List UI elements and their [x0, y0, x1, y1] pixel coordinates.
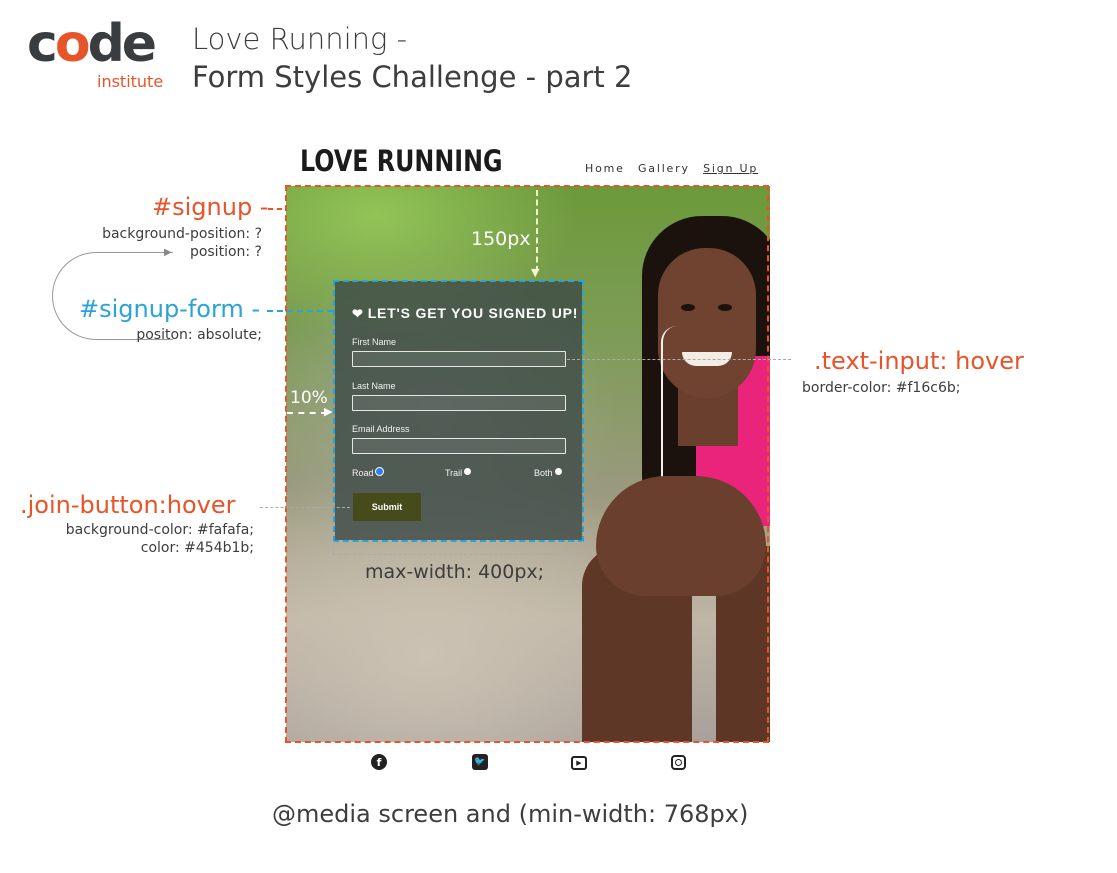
join-button-bg-note: background-color: #fafafa;: [65, 522, 254, 538]
page-title-line2: Form Styles Challenge - part 2: [192, 60, 633, 94]
signup-form-position-note: positon: absolute;: [136, 327, 262, 343]
arrow-down-icon: ▼: [531, 266, 540, 279]
top-offset-line: [536, 190, 538, 272]
left-offset-label: 10%: [290, 388, 328, 408]
left-offset-line: [287, 412, 327, 414]
instagram-icon[interactable]: [671, 755, 686, 770]
arrow-right-icon: ▶: [164, 247, 172, 258]
arrow-right-icon: ▶: [324, 405, 333, 418]
twitter-icon[interactable]: 🐦: [472, 754, 488, 770]
top-offset-label: 150px: [471, 228, 531, 250]
join-button-annotation-connector: [260, 507, 350, 508]
join-button-color-note: color: #454b1b;: [140, 540, 254, 556]
signup-form-outline: [333, 280, 584, 542]
signup-form-annotation-connector: [267, 310, 333, 312]
signup-form-annotation: #signup-form -: [79, 295, 261, 323]
youtube-icon[interactable]: ▶: [571, 756, 587, 770]
nav-item-sign-up[interactable]: Sign Up: [703, 162, 758, 175]
facebook-icon[interactable]: f: [371, 754, 387, 770]
nav-item-home[interactable]: Home: [585, 162, 625, 175]
institute-logo-text: institute: [97, 72, 164, 91]
signup-annotation: #signup -: [152, 193, 269, 221]
max-width-indicator: [333, 541, 583, 555]
code-logo: code: [27, 14, 157, 74]
media-query-note: @media screen and (min-width: 768px): [272, 800, 749, 828]
join-button-hover-annotation: .join-button:hover: [20, 491, 236, 519]
signup-annotation-connector: [268, 208, 282, 210]
text-input-hover-annotation: .text-input: hover: [814, 347, 1024, 375]
text-input-border-note: border-color: #f16c6b;: [802, 380, 961, 396]
site-nav: Home Gallery Sign Up: [585, 162, 766, 175]
nav-item-gallery[interactable]: Gallery: [638, 162, 690, 175]
site-brand[interactable]: LOVE RUNNING: [300, 144, 503, 178]
text-input-annotation-connector: [567, 359, 791, 360]
page-title-line1: Love Running -: [192, 22, 408, 56]
max-width-note: max-width: 400px;: [365, 561, 545, 583]
signup-bg-position-note: background-position: ?: [102, 226, 262, 242]
signup-position-note: position: ?: [189, 244, 262, 260]
logo-accent-letter: o: [54, 14, 91, 74]
